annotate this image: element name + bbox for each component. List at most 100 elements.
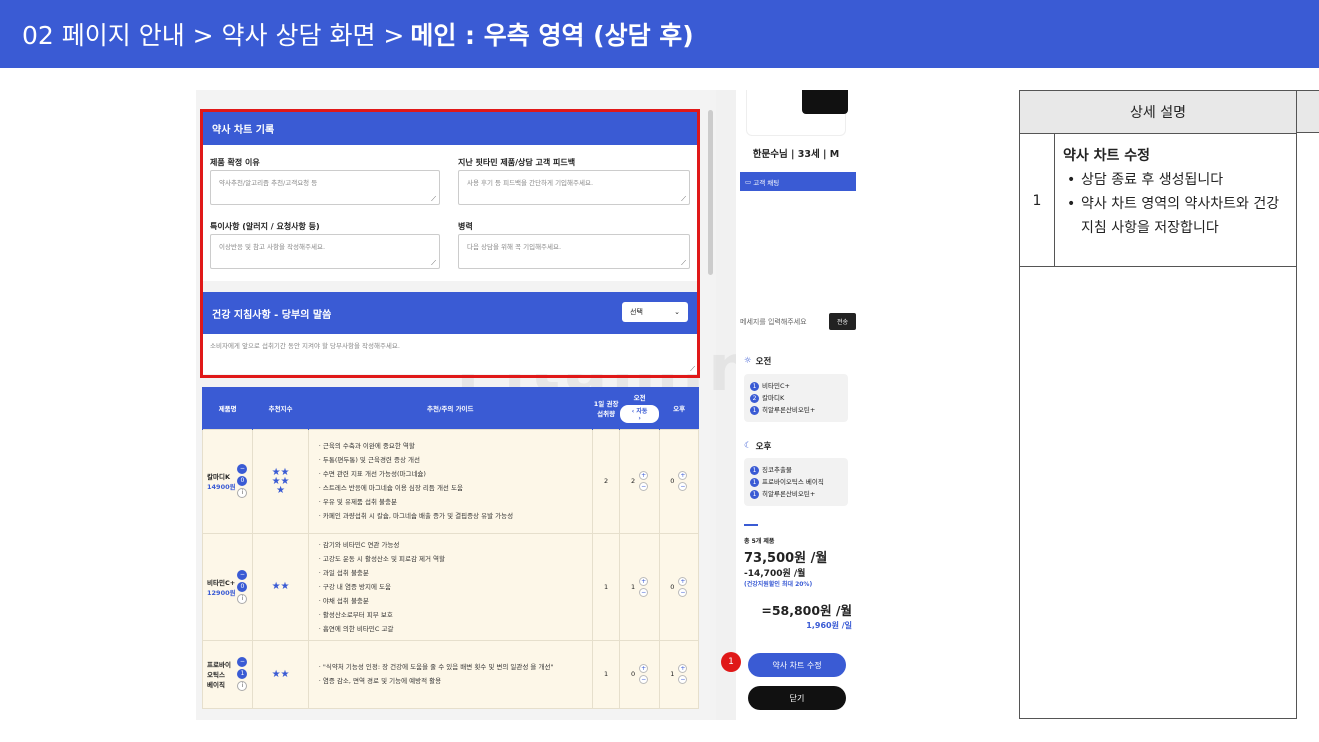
daily-cell: 1 [591,532,621,641]
reason-textarea[interactable]: 약사추천/알고리즘 추천/고객요청 등 [210,170,440,205]
guidance-card: 건강 지침사항 - 당부의 말씀 선택 ⌄ 소비자에게 앞으로 섭취기간 동안 … [202,292,698,374]
notes-textarea[interactable]: 이상반응 및 참고 사항을 작성해주세요. [210,234,440,269]
total-count: 총 5개 제품 [744,538,775,545]
description-bullet: 상담 종료 후 생성됩니다 [1063,168,1293,192]
col-score: 추천지수 [252,387,309,429]
close-button[interactable]: 닫기 [748,686,846,710]
remove-icon[interactable]: − [237,464,248,474]
description-bullet: 약사 차트 영역의 약사차트와 건강 지침 사항을 저장합니다 [1063,192,1293,240]
supplement-item: 1 히알루론산비오틴+ [750,488,842,500]
guidance-textarea[interactable]: 소비자에게 앞으로 섭취기간 동안 지켜야 할 당부사항을 작성해주세요. [202,334,698,374]
right-panel: 한문수님 | 33세 | M ▭ 고객 채팅 메세지를 입력해주세요 전송 ☼ … [736,90,862,720]
count-badge: 1 [237,669,248,679]
divider [744,524,758,526]
guide-item: · 과일 섭취 불충분 [318,568,369,577]
plus-icon[interactable]: + [639,664,649,673]
product-price: 12900원 [207,588,236,597]
order-badge: 1 [750,382,759,391]
discount: -14,700원 /월 [744,569,806,579]
annotation-marker: 1 [721,652,741,672]
remove-icon[interactable]: − [237,569,248,580]
history-textarea[interactable]: 다음 상담을 위해 꼭 기입해주세요. [458,234,690,269]
supplement-name: 징코추출물 [762,466,792,474]
chat-header: ▭ 고객 채팅 [740,172,856,191]
chat-input[interactable]: 메세지를 입력해주세요 [740,317,807,327]
am-label: 오전 [633,394,646,403]
screen-mockup: Fitamin 약사 차트 기록 제품 확정 이유 약사추천/알고리즘 추천/고… [196,90,862,720]
send-button[interactable]: 전송 [828,313,856,330]
supplement-name: 비타민C+ [762,382,790,390]
table-row: 비타민C+ 12900원 −0 i ★★ · 감기와 비타민C 연관 가능성 · 고강도 운… [201,532,700,641]
guide-item: · 스트레스 반응에 마그네슘 이용 심장 리듬 개선 도움 [318,484,463,492]
guide-item: · 고강도 운동 시 활성산소 및 피로감 제거 역할 [318,554,446,563]
supplement-name: 칼마디K [762,394,785,402]
final-price: =58,800원 /월 [761,603,852,618]
minus-icon[interactable]: − [678,482,688,491]
pm-value: 0 [670,477,675,485]
supplement-name: 히알루론산비오틴+ [762,490,816,498]
pm-value: 0 [670,582,675,591]
am-cell: 1 + − [619,532,660,641]
product-name: 프로바이오틱스 베이직 [207,661,231,689]
auto-toggle[interactable]: ‹ 자동 › [620,405,659,424]
count-badge: 0 [237,476,248,486]
description-header: 상세 설명 [1020,91,1296,134]
supplement-name: 프로바이오틱스 베이직 [762,478,824,486]
description-title: 약사 차트 수정 [1063,148,1151,164]
guide-item: · 두통(편두통) 및 근육경련 증상 개선 [318,456,420,464]
minus-icon[interactable]: − [639,482,649,491]
guide-item: · 활성산소로부터 피부 보호 [318,610,393,619]
profile-card [746,90,848,136]
plus-icon[interactable]: + [678,471,688,480]
product-name: 칼마디K [207,473,230,481]
edit-chart-button[interactable]: 약사 차트 수정 [748,653,846,677]
product-name: 비타민C+ [207,578,236,587]
supplement-item: 1 징코추출물 [750,464,842,476]
order-badge: 1 [750,490,759,499]
guide-item: · 우유 및 유제품 섭취 불충분 [318,498,397,506]
info-icon[interactable]: i [237,593,248,604]
minus-icon[interactable]: − [639,587,649,597]
total-price: 73,500원 /월 [744,551,828,566]
am-cell: 2 + − [619,428,660,534]
plus-icon[interactable]: + [639,576,649,586]
guide-item: · 야채 섭취 불충분 [318,596,369,605]
description-number: 1 [1020,134,1055,267]
guide-cell: · "식약처 기능성 인정: 장 건강에 도움을 줄 수 있음 배변 횟수 및 … [307,639,593,709]
guide-item: · 흡연에 의한 비타민C 고갈 [318,624,394,633]
info-icon[interactable]: i [237,681,248,691]
chevron-down-icon: ⌄ [674,308,680,316]
plus-icon[interactable]: + [678,664,688,673]
guide-cell: · 근육의 수축과 이완에 중요한 역할 · 두통(편두통) 및 근육경련 증상 … [307,428,593,534]
count-badge: 0 [237,581,248,592]
pm-cell: 1 + − [658,639,700,709]
product-cell: 칼마디K 14900원 − 0 i [201,428,254,534]
am-value: 2 [631,477,636,485]
f3-label: 특이사항 (알러지 / 요청사항 등) [210,222,320,231]
plus-icon[interactable]: + [639,471,649,480]
scrollbar[interactable] [708,110,713,275]
breadcrumb: 02 페이지 안내 > 약사 상담 화면 > [22,21,405,50]
chat-title: 고객 채팅 [753,178,780,187]
guide-item: · 근육의 수축과 이완에 중요한 역할 [318,442,415,450]
plus-icon[interactable]: + [678,576,688,586]
order-badge: 1 [750,466,759,475]
guidance-select[interactable]: 선택 ⌄ [622,302,688,322]
daily-cell: 1 [591,639,621,709]
supplement-item: 1 비타민C+ [750,380,842,392]
order-badge: 1 [750,406,759,415]
chat-input-row: 메세지를 입력해주세요 전송 [740,313,856,330]
guide-item: · 염증 감소, 면역 경로 및 기능에 예방적 활용 [318,677,442,685]
guide-item: · 구강 내 염증 방지에 도움 [318,582,391,591]
minus-icon[interactable]: − [639,675,649,684]
description-panel: 상세 설명 1 약사 차트 수정 상담 종료 후 생성됩니다 약사 차트 영역의… [1019,90,1297,719]
f1-label: 제품 확정 이유 [210,158,260,167]
am-section-title: ☼ 오전 [744,355,771,367]
minus-icon[interactable]: − [678,587,688,597]
daily-price: 1,960원 /일 [806,621,852,630]
info-icon[interactable]: i [237,488,248,498]
minus-icon[interactable]: − [678,675,688,684]
feedback-textarea[interactable]: 사용 후기 등 피드백을 간단하게 기입해주세요. [458,170,690,205]
remove-icon[interactable]: − [237,657,248,667]
f2-label: 지난 핏타민 제품/상담 고객 피드백 [458,158,576,167]
